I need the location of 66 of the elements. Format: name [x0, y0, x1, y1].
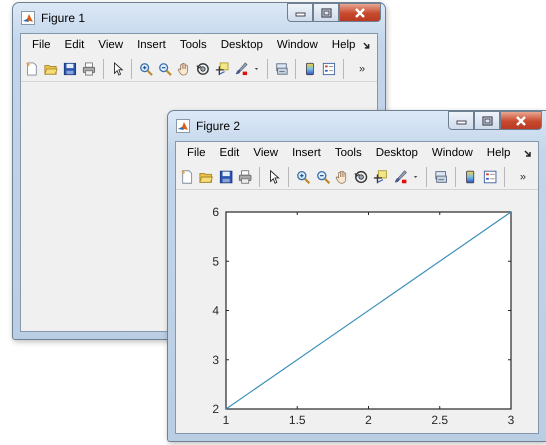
maximize-button[interactable] [313, 3, 339, 22]
window-title: Figure 1 [41, 10, 86, 27]
minimize-button[interactable] [287, 3, 313, 22]
tick-label: 1.5 [288, 413, 306, 427]
maximize-icon [320, 8, 332, 18]
close-button[interactable] [339, 3, 381, 22]
maximize-button[interactable] [474, 111, 500, 130]
menu-item[interactable]: Edit [58, 34, 92, 56]
menu-item[interactable]: Edit [212, 142, 246, 164]
data-cursor-icon[interactable] [373, 169, 388, 185]
tick-label: 1 [222, 413, 230, 427]
dock-arrow-icon[interactable] [362, 41, 371, 50]
menu-item[interactable]: Desktop [368, 142, 425, 164]
toolbar-more-button[interactable]: » [351, 60, 374, 78]
menu-item[interactable]: Help [324, 34, 362, 56]
tick-label: 4 [212, 304, 219, 318]
menu-item[interactable]: Tools [328, 142, 369, 164]
zoom-out-icon[interactable] [316, 169, 330, 185]
close-icon [354, 6, 366, 18]
print-icon[interactable] [82, 61, 96, 77]
toolbar-more-button[interactable]: » [512, 168, 534, 186]
menu-item[interactable]: Window [424, 142, 480, 164]
minimize-button[interactable] [448, 111, 474, 130]
menu-item[interactable]: File [180, 142, 213, 164]
menu-item[interactable]: Insert [130, 34, 173, 56]
window-title: Figure 2 [196, 118, 240, 135]
rotate-icon[interactable] [354, 169, 368, 185]
zoom-in-icon[interactable] [296, 169, 311, 185]
link-plot-icon[interactable] [274, 61, 288, 77]
tick-label: 2 [212, 402, 219, 416]
close-button[interactable] [500, 111, 542, 130]
app-icon [176, 119, 190, 133]
dock-arrow-icon[interactable] [523, 149, 532, 158]
menu-item[interactable]: Tools [172, 34, 214, 56]
brush-icon[interactable] [392, 169, 408, 185]
rotate-icon[interactable] [196, 61, 210, 77]
zoom-out-icon[interactable] [158, 61, 172, 77]
tick-label: 6 [212, 205, 219, 219]
legend-icon[interactable] [482, 169, 497, 185]
tick-label: 5 [212, 254, 219, 268]
print-icon[interactable] [238, 169, 252, 185]
tick-label: 2 [365, 413, 372, 427]
app-icon [21, 11, 35, 25]
save-icon[interactable] [62, 61, 77, 77]
menu-item[interactable]: Desktop [214, 34, 270, 56]
brush-icon[interactable] [234, 61, 248, 77]
zoom-in-icon[interactable] [139, 61, 154, 77]
menu-item[interactable]: Insert [285, 142, 328, 164]
new-file-icon[interactable] [25, 61, 39, 77]
hand-icon[interactable] [177, 61, 191, 77]
new-file-icon[interactable] [180, 169, 194, 185]
save-icon[interactable] [218, 169, 233, 185]
data-cursor-icon[interactable] [214, 61, 229, 77]
legend-icon[interactable] [322, 61, 336, 77]
pointer-icon[interactable] [267, 169, 282, 185]
menu-item[interactable]: Window [270, 34, 325, 56]
tick-label: 3 [508, 413, 514, 427]
tick-label: 3 [212, 352, 219, 367]
link-plot-icon[interactable] [434, 169, 448, 185]
menu-item[interactable]: View [246, 142, 286, 164]
tick-label: 2.5 [431, 413, 448, 427]
menu-item[interactable]: File [25, 34, 58, 56]
menu-item[interactable]: View [91, 34, 130, 56]
menu-item[interactable]: Help [480, 142, 518, 164]
close-icon [515, 114, 527, 126]
maximize-icon [482, 116, 492, 126]
